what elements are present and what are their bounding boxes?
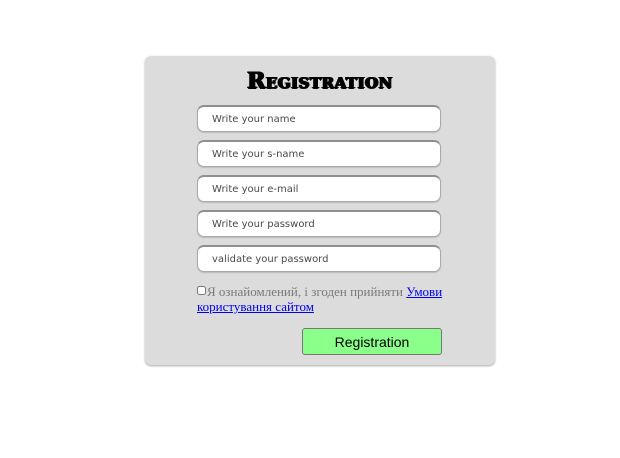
terms-label: Я ознайомлений, і згоден прийняти — [207, 284, 407, 299]
registration-card: Registration Я ознайомлений, і згоден пр… — [145, 56, 495, 365]
password-input[interactable] — [197, 210, 441, 237]
terms-checkbox[interactable] — [197, 286, 206, 295]
registration-submit-button[interactable]: Registration — [302, 328, 442, 355]
email-input[interactable] — [197, 175, 441, 202]
name-input[interactable] — [197, 105, 441, 132]
form-title: Registration — [247, 68, 393, 94]
terms-agreement: Я ознайомлений, і згоден прийняти Умови … — [197, 284, 457, 314]
confirm-password-input[interactable] — [197, 245, 441, 272]
surname-input[interactable] — [197, 140, 441, 167]
